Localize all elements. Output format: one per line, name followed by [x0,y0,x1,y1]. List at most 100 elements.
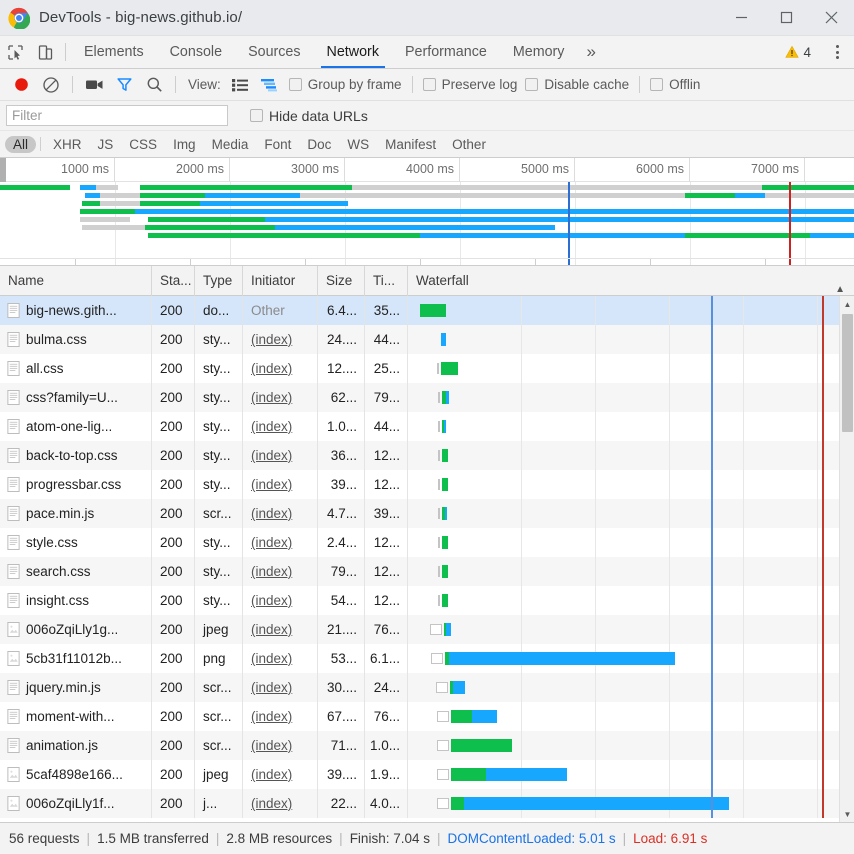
initiator-link[interactable]: (index) [251,535,292,550]
cell-initiator[interactable]: (index) [243,615,318,644]
tab-network[interactable]: Network [314,36,392,68]
chip-img[interactable]: Img [165,136,204,153]
cell-initiator[interactable]: (index) [243,499,318,528]
column-header-name[interactable]: Name [0,266,152,296]
group-by-frame-checkbox[interactable]: Group by frame [288,77,402,92]
initiator-link[interactable]: (index) [251,709,292,724]
initiator-link[interactable]: (index) [251,419,292,434]
table-row[interactable]: all.css 200 sty... (index) 12.... 25... [0,354,854,383]
kebab-menu-icon[interactable] [824,45,850,59]
cell-initiator[interactable]: (index) [243,354,318,383]
initiator-link[interactable]: (index) [251,796,292,811]
initiator-link[interactable]: (index) [251,593,292,608]
offline-checkbox[interactable]: Offlin [650,77,700,92]
camera-icon[interactable] [79,72,109,98]
initiator-link[interactable]: (index) [251,738,292,753]
initiator-link[interactable]: (index) [251,361,292,376]
scroll-down-arrow[interactable]: ▼ [840,806,854,822]
cell-initiator[interactable]: (index) [243,412,318,441]
cell-initiator[interactable]: (index) [243,557,318,586]
tab-memory[interactable]: Memory [500,36,578,68]
table-row[interactable]: css?family=U... 200 sty... (index) 62... 79..… [0,383,854,412]
tab-sources[interactable]: Sources [235,36,313,68]
table-row[interactable]: atom-one-lig... 200 sty... (index) 1.0... 44.… [0,412,854,441]
table-scrollbar[interactable]: ▲ ▼ [839,296,854,822]
column-header-size[interactable]: Size [318,266,365,296]
filter-input[interactable] [6,105,228,126]
chip-other[interactable]: Other [444,136,494,153]
initiator-link[interactable]: (index) [251,767,292,782]
table-row[interactable]: jquery.min.js 200 scr... (index) 30.... 24... [0,673,854,702]
inspect-element-icon[interactable] [0,36,30,68]
record-circle-icon[interactable] [6,72,36,98]
table-row[interactable]: 006oZqiLly1g... 200 jpeg (index) 21.... 76... [0,615,854,644]
table-row[interactable]: back-to-top.css 200 sty... (index) 36... 12..… [0,441,854,470]
device-toolbar-icon[interactable] [30,36,60,68]
table-row[interactable]: 5caf4898e166... 200 jpeg (index) 39.... 1.9..… [0,760,854,789]
chip-xhr[interactable]: XHR [45,136,90,153]
minimize-button[interactable] [719,0,764,36]
table-row[interactable]: progressbar.css 200 sty... (index) 39... 12..… [0,470,854,499]
magnifier-search-icon[interactable] [139,72,169,98]
close-button[interactable] [809,0,854,36]
cell-initiator[interactable]: (index) [243,383,318,412]
funnel-filter-icon[interactable] [109,72,139,98]
cell-initiator[interactable]: (index) [243,702,318,731]
tab-elements[interactable]: Elements [71,36,157,68]
network-overview[interactable]: 1000 ms 2000 ms 3000 ms 4000 ms 5000 ms 6000 … [0,158,854,266]
cell-initiator[interactable]: (index) [243,644,318,673]
chip-ws[interactable]: WS [339,136,377,153]
initiator-link[interactable]: (index) [251,680,292,695]
initiator-link[interactable]: (index) [251,390,292,405]
initiator-link[interactable]: (index) [251,477,292,492]
cell-initiator[interactable]: (index) [243,789,318,818]
chip-font[interactable]: Font [256,136,299,153]
column-header-status[interactable]: Sta... [152,266,195,296]
initiator-link[interactable]: (index) [251,448,292,463]
clear-prohibited-icon[interactable] [36,72,66,98]
tab-console[interactable]: Console [157,36,235,68]
chip-js[interactable]: JS [90,136,122,153]
cell-initiator[interactable]: (index) [243,325,318,354]
table-row[interactable]: 006oZqiLly1f... 200 j... (index) 22... 4.0... [0,789,854,818]
table-row[interactable]: animation.js 200 scr... (index) 71... 1.0... [0,731,854,760]
cell-initiator[interactable]: (index) [243,470,318,499]
table-row[interactable]: pace.min.js 200 scr... (index) 4.7... 39... [0,499,854,528]
table-row[interactable]: search.css 200 sty... (index) 79... 12... [0,557,854,586]
column-header-type[interactable]: Type [195,266,243,296]
column-header-waterfall[interactable]: Waterfall ▲ [408,266,854,296]
table-row[interactable]: style.css 200 sty... (index) 2.4... 12... [0,528,854,557]
scroll-up-arrow[interactable]: ▲ [840,296,854,312]
chip-css[interactable]: CSS [121,136,165,153]
chip-doc[interactable]: Doc [299,136,339,153]
initiator-link[interactable]: (index) [251,506,292,521]
column-header-initiator[interactable]: Initiator [243,266,318,296]
chip-all[interactable]: All [5,135,37,153]
cell-initiator[interactable]: (index) [243,528,318,557]
disable-cache-checkbox[interactable]: Disable cache [525,77,629,92]
tab-performance[interactable]: Performance [392,36,500,68]
hide-data-urls-checkbox[interactable]: Hide data URLs [250,108,368,124]
table-row[interactable]: 5cb31f11012b... 200 png (index) 53... 6.1... [0,644,854,673]
preserve-log-checkbox[interactable]: Preserve log [422,77,517,92]
table-row[interactable]: big-news.gith... 200 do... Other 6.4... 35... [0,296,854,325]
warning-indicator[interactable]: 4 [785,36,854,68]
cell-initiator[interactable]: (index) [243,731,318,760]
table-row[interactable]: insight.css 200 sty... (index) 54... 12... [0,586,854,615]
maximize-button[interactable] [764,0,809,36]
column-header-time[interactable]: Ti... [365,266,408,296]
chip-media[interactable]: Media [204,136,257,153]
chip-manifest[interactable]: Manifest [377,136,444,153]
table-row[interactable]: bulma.css 200 sty... (index) 24.... 44... [0,325,854,354]
initiator-link[interactable]: (index) [251,564,292,579]
table-row[interactable]: moment-with... 200 scr... (index) 67.... 76..… [0,702,854,731]
cell-initiator[interactable]: (index) [243,673,318,702]
cell-initiator[interactable]: (index) [243,586,318,615]
initiator-link[interactable]: (index) [251,332,292,347]
more-tabs-button[interactable]: » [577,36,604,68]
cell-initiator[interactable]: (index) [243,441,318,470]
waterfall-view-icon[interactable] [255,72,285,98]
initiator-link[interactable]: (index) [251,651,292,666]
scrollbar-thumb[interactable] [842,314,853,432]
cell-initiator[interactable]: (index) [243,760,318,789]
